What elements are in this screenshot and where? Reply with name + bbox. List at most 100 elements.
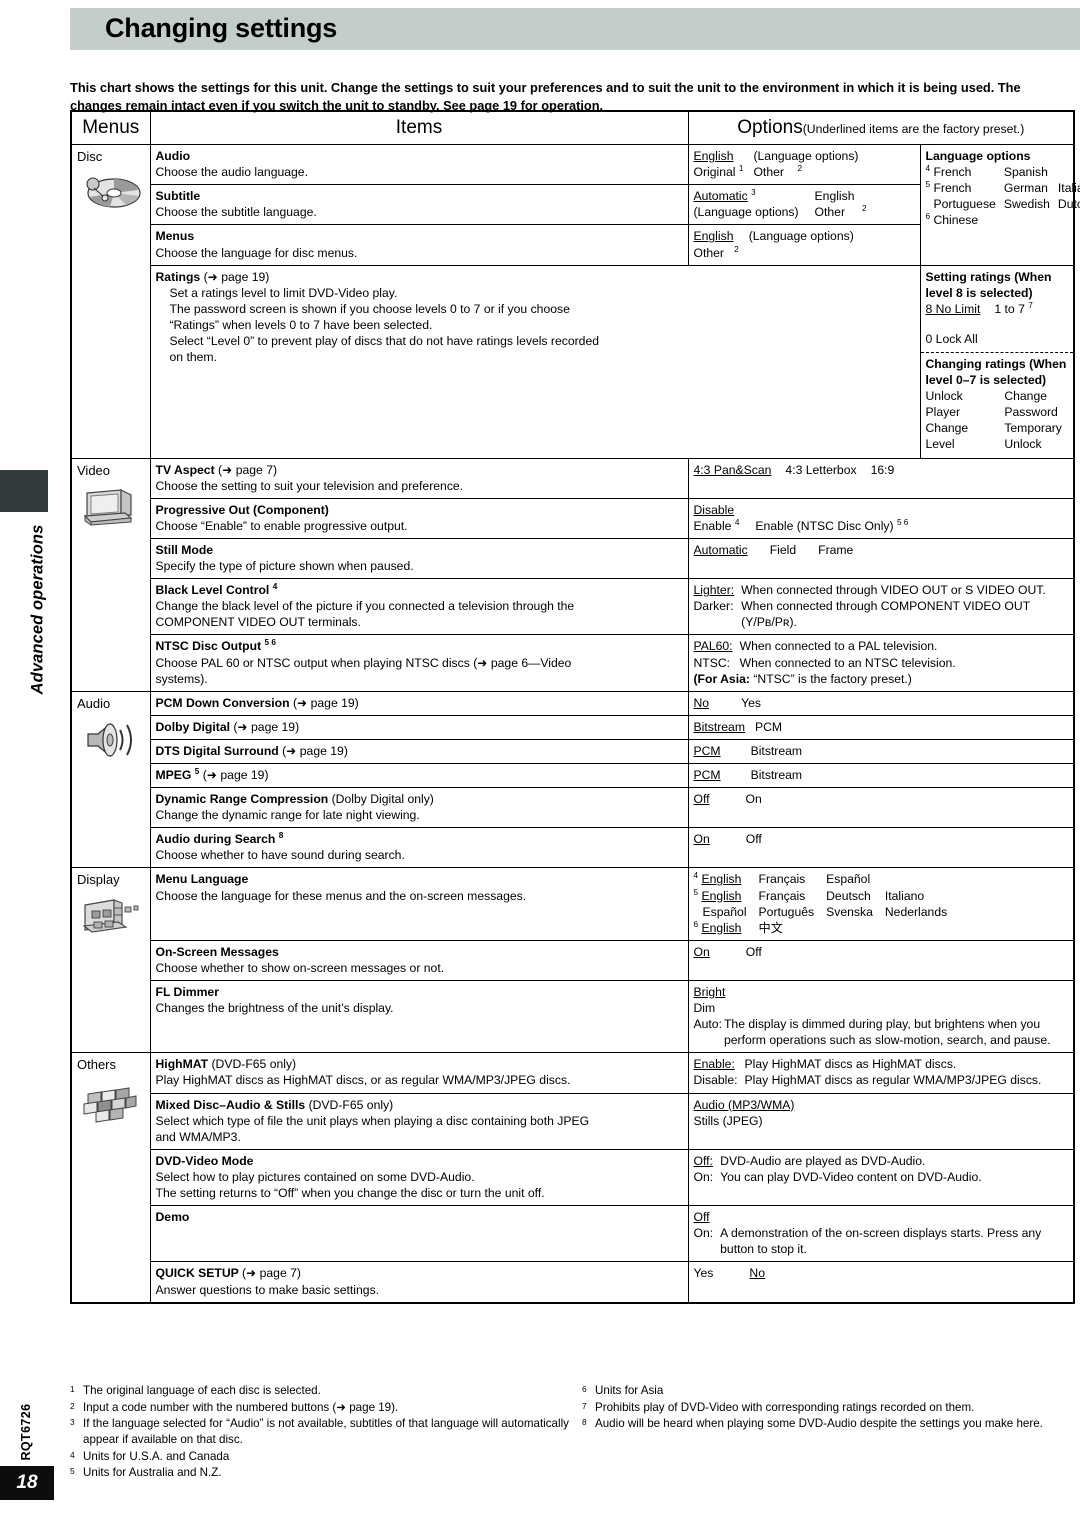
option-subtitle-automatic[interactable]: Automatic 3 bbox=[694, 188, 799, 204]
option-audio-mp3-wma[interactable]: Audio (MP3/WMA) bbox=[694, 1097, 1069, 1113]
options-cell-mpeg: PCM Bitstream bbox=[687, 762, 1075, 789]
menu-lang-item[interactable]: Español bbox=[694, 904, 747, 920]
option-dts-pcm[interactable]: PCM bbox=[694, 743, 721, 759]
table-row: Video TV Aspect (➜ page 7) Choose the se… bbox=[70, 457, 1075, 692]
option-unlock-player[interactable]: Unlock Player bbox=[926, 388, 975, 420]
option-lock-all[interactable]: 0 Lock All bbox=[926, 331, 978, 347]
option-no-limit[interactable]: 8 No Limit bbox=[926, 301, 981, 317]
option-pal60-key[interactable]: PAL60: bbox=[694, 638, 733, 654]
option-dvdmode-on-key[interactable]: On: bbox=[694, 1169, 714, 1185]
item-cell-disc-subtitle: Subtitle Choose the subtitle language. bbox=[149, 184, 689, 226]
menu-lang-row[interactable]: 5 English bbox=[694, 888, 747, 904]
option-demo-off[interactable]: Off bbox=[694, 1209, 1069, 1225]
option-subtitle-other[interactable]: Other 2 bbox=[815, 204, 867, 220]
menu-lang-item[interactable]: Deutsch bbox=[826, 888, 873, 904]
table-row: On-Screen Messages Choose whether to sho… bbox=[71, 939, 1075, 982]
option-dts-bitstream[interactable]: Bitstream bbox=[751, 743, 802, 759]
option-change-level[interactable]: Change Level bbox=[926, 420, 975, 452]
menu-label-disc: Disc bbox=[77, 149, 103, 165]
option-lighter-key[interactable]: Lighter: bbox=[694, 582, 735, 598]
option-darker-value: When connected through COMPONENT VIDEO O… bbox=[741, 599, 1030, 630]
menu-lang-item[interactable]: 中文 bbox=[759, 920, 815, 936]
option-dimmer-dim[interactable]: Dim bbox=[694, 1000, 1069, 1016]
option-osd-on[interactable]: On bbox=[694, 944, 710, 960]
option-audio-original[interactable]: Original 1 bbox=[694, 164, 744, 180]
menu-lang-item[interactable]: Svenska bbox=[826, 904, 873, 920]
option-menus-english[interactable]: English bbox=[694, 228, 739, 244]
footnote: 3 If the language selected for “Audio” i… bbox=[70, 1417, 569, 1446]
option-pcm-yes[interactable]: Yes bbox=[741, 695, 761, 711]
menu-lang-item[interactable]: Italiano bbox=[885, 888, 947, 904]
item-cell-tv-aspect: TV Aspect (➜ page 7) Choose the setting … bbox=[149, 457, 689, 499]
option-enable-ntsc-only[interactable]: Enable (NTSC Disc Only) 5 6 bbox=[755, 518, 908, 534]
option-enable[interactable]: Enable 4 bbox=[694, 518, 740, 534]
table-row: Dynamic Range Compression (Dolby Digital… bbox=[71, 787, 1075, 829]
option-dimmer-auto-key[interactable]: Auto: bbox=[694, 1016, 722, 1048]
option-osd-off[interactable]: Off bbox=[746, 944, 762, 960]
option-quick-setup-yes[interactable]: Yes bbox=[694, 1265, 714, 1281]
menu-lang-item[interactable]: Nederlands bbox=[885, 904, 947, 920]
menu-lang-item[interactable]: Français bbox=[759, 888, 815, 904]
option-pcm-no[interactable]: No bbox=[694, 695, 710, 711]
menu-lang-item[interactable]: Español bbox=[826, 871, 873, 887]
option-1-to-7[interactable]: 1 to 7 7 bbox=[994, 301, 1032, 317]
options-cell-fl-dimmer: Bright Dim Auto: The display is dimmed d… bbox=[687, 980, 1075, 1054]
item-cell-demo: Demo bbox=[149, 1205, 689, 1263]
options-cell-ntsc-disc-output: PAL60: When connected to a PAL televisio… bbox=[687, 634, 1075, 692]
option-search-on[interactable]: On bbox=[694, 831, 710, 847]
option-highmat-disable-key[interactable]: Disable: bbox=[694, 1072, 738, 1088]
option-dimmer-bright[interactable]: Bright bbox=[694, 984, 1069, 1000]
item-title-mpeg: MPEG 5 (➜ page 19) bbox=[155, 766, 269, 782]
menu-lang-item[interactable]: Français bbox=[759, 871, 815, 887]
options-cell-dolby-digital: Bitstream PCM bbox=[687, 714, 1075, 740]
option-43-letterbox[interactable]: 4:3 Letterbox bbox=[785, 462, 856, 478]
footnote: 1 The original language of each disc is … bbox=[70, 1384, 321, 1397]
option-demo-on-value: A demonstration of the on-screen display… bbox=[720, 1226, 1042, 1257]
lang-sup: 4 French bbox=[925, 164, 972, 180]
option-dvdmode-off-key[interactable]: Off: bbox=[694, 1153, 714, 1169]
option-quick-setup-no[interactable]: No bbox=[749, 1265, 765, 1281]
item-cell-disc-audio: Audio Choose the audio language. bbox=[149, 144, 689, 186]
option-change-password[interactable]: Change Password bbox=[1004, 388, 1068, 420]
option-169[interactable]: 16:9 bbox=[871, 462, 895, 478]
lang-item: German bbox=[1003, 181, 1048, 196]
option-mpeg-pcm[interactable]: PCM bbox=[694, 767, 721, 783]
option-ntsc-value: When connected to an NTSC television. bbox=[739, 655, 956, 670]
option-dolby-bitstream[interactable]: Bitstream bbox=[694, 719, 745, 735]
item-cell-black-level: Black Level Control 4 Change the black l… bbox=[149, 578, 689, 636]
option-menus-language-options: (Language options) bbox=[748, 229, 854, 244]
option-darker-key[interactable]: Darker: bbox=[694, 598, 735, 630]
option-drc-on[interactable]: On bbox=[746, 791, 762, 807]
option-search-off[interactable]: Off bbox=[746, 831, 762, 847]
option-temporary-unlock[interactable]: Temporary Unlock bbox=[1004, 420, 1068, 452]
option-mpeg-bitstream[interactable]: Bitstream bbox=[751, 767, 802, 783]
option-audio-english[interactable]: English bbox=[694, 148, 744, 164]
option-stills-jpeg[interactable]: Stills (JPEG) bbox=[694, 1113, 1069, 1129]
ratings-line: “Ratings” when levels 0 to 7 have been s… bbox=[169, 317, 433, 332]
option-frame[interactable]: Frame bbox=[818, 542, 853, 558]
menu-label-video: Video bbox=[77, 462, 111, 478]
menu-lang-item[interactable]: Português bbox=[759, 904, 815, 920]
item-cell-on-screen-messages: On-Screen Messages Choose whether to sho… bbox=[149, 939, 689, 982]
lang-item: Italian bbox=[1057, 181, 1080, 196]
item-desc-quick-setup: Answer questions to make basic settings. bbox=[155, 1282, 380, 1297]
menu-lang-row[interactable]: 6 English bbox=[694, 920, 747, 936]
option-drc-off[interactable]: Off bbox=[694, 791, 710, 807]
option-audio-other[interactable]: Other 2 bbox=[753, 164, 858, 180]
menu-lang-row[interactable]: 4 English bbox=[694, 871, 747, 887]
option-43-panscan[interactable]: 4:3 Pan&Scan bbox=[694, 462, 772, 478]
option-disable[interactable]: Disable bbox=[694, 502, 1069, 518]
option-dolby-pcm[interactable]: PCM bbox=[755, 719, 782, 735]
option-ntsc-key[interactable]: NTSC: bbox=[694, 655, 733, 671]
option-menus-other[interactable]: Other 2 bbox=[694, 245, 739, 261]
option-demo-on-key[interactable]: On: bbox=[694, 1225, 714, 1257]
item-desc-dvd-video-mode-2: The setting returns to “Off” when you ch… bbox=[155, 1186, 545, 1201]
option-automatic[interactable]: Automatic bbox=[694, 542, 748, 558]
menu-label-audio: Audio bbox=[77, 695, 111, 711]
option-highmat-enable-key[interactable]: Enable: bbox=[694, 1056, 738, 1072]
item-cell-highmat: HighMAT (DVD-F65 only) Play HighMAT disc… bbox=[149, 1052, 689, 1094]
option-subtitle-english[interactable]: English bbox=[815, 188, 867, 204]
table-row: NTSC Disc Output 5 6 Choose PAL 60 or NT… bbox=[71, 634, 1075, 692]
option-field[interactable]: Field bbox=[770, 542, 796, 558]
lang-item: Spanish bbox=[1003, 165, 1048, 180]
